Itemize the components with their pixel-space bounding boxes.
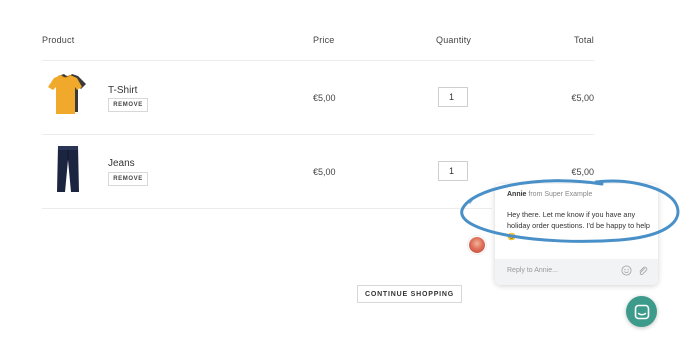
annotation-circle <box>460 179 680 243</box>
chat-icon <box>634 304 649 319</box>
reply-input[interactable]: Reply to Annie... <box>495 259 658 285</box>
price-value: €5,00 <box>313 93 336 103</box>
column-header-total: Total <box>573 35 594 45</box>
column-header-quantity: Quantity <box>436 35 472 45</box>
price-value: €5,00 <box>313 167 336 177</box>
remove-button[interactable]: REMOVE <box>108 98 148 112</box>
quantity-input[interactable]: 1 <box>438 161 468 181</box>
column-header-price: Price <box>313 35 335 45</box>
product-name[interactable]: Jeans <box>108 158 135 169</box>
divider <box>42 60 594 61</box>
reply-placeholder: Reply to Annie... <box>507 267 558 274</box>
agent-name: Annie <box>507 191 527 198</box>
avatar <box>468 236 486 254</box>
agent-company: from Super Example <box>528 191 593 198</box>
column-header-product: Product <box>42 35 75 45</box>
attachment-icon[interactable] <box>637 265 648 276</box>
chat-launcher-button[interactable] <box>626 296 657 327</box>
jeans-image[interactable] <box>55 144 81 194</box>
chat-message-text: Hey there. Let me know if you have any h… <box>507 210 650 241</box>
remove-button[interactable]: REMOVE <box>108 172 148 186</box>
divider <box>42 208 492 209</box>
divider <box>42 134 594 135</box>
total-value: €5,00 <box>571 93 594 103</box>
quantity-input[interactable]: 1 <box>438 87 468 107</box>
chat-message-card[interactable]: Annie from Super Example Hey there. Let … <box>495 184 658 285</box>
chat-sender: Annie from Super Example <box>507 191 592 198</box>
tshirt-image[interactable] <box>44 72 88 118</box>
total-value: €5,00 <box>571 167 594 177</box>
emoji-icon[interactable] <box>621 265 632 276</box>
continue-shopping-button[interactable]: CONTINUE SHOPPING <box>357 285 462 303</box>
product-name[interactable]: T-Shirt <box>108 85 137 96</box>
